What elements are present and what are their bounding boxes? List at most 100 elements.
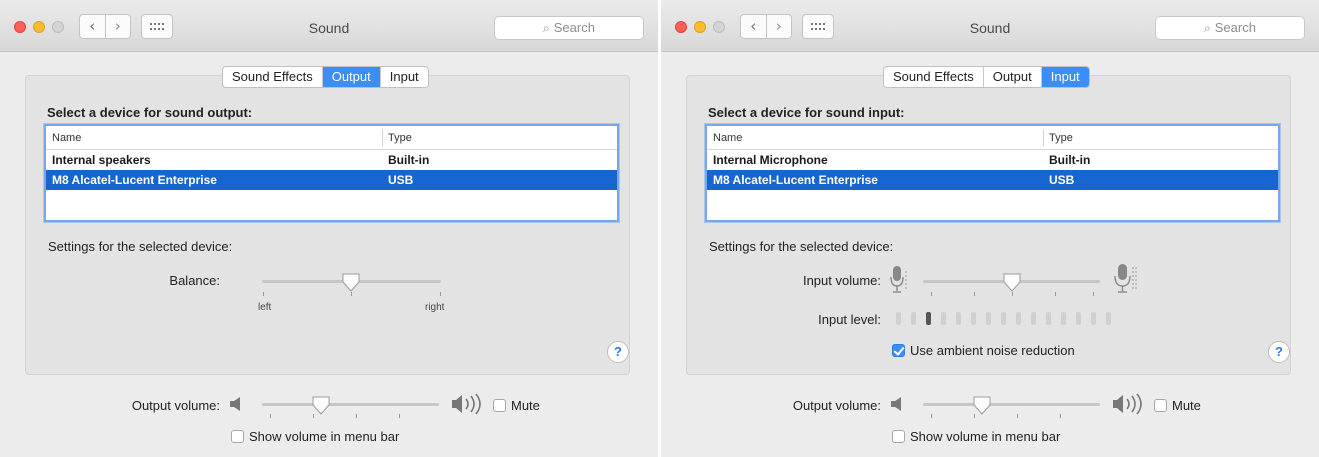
- device-name: Internal Microphone: [713, 153, 828, 167]
- output-volume-label: Output volume:: [131, 398, 220, 413]
- tab-bar: Sound Effects Output Input: [883, 66, 1090, 88]
- table-row[interactable]: Internal speakers Built-in: [46, 150, 617, 170]
- table-row-selected[interactable]: M8 Alcatel-Lucent Enterprise USB: [46, 170, 617, 190]
- input-level-label: Input level:: [818, 312, 881, 327]
- level-segment: [926, 312, 931, 325]
- speaker-low-icon: [891, 397, 901, 411]
- settings-label: Settings for the selected device:: [709, 239, 894, 254]
- mute-checkbox[interactable]: [493, 399, 506, 412]
- tab-output[interactable]: Output: [322, 67, 381, 87]
- settings-label: Settings for the selected device:: [48, 239, 233, 254]
- microphone-low-icon: [890, 266, 907, 293]
- show-volume-checkbox[interactable]: [231, 430, 244, 443]
- search-placeholder: Search: [553, 20, 595, 35]
- volume-tick: [931, 292, 932, 296]
- device-table: Name Type Internal Microphone Built-in M…: [705, 124, 1280, 222]
- output-volume-track[interactable]: [923, 403, 1100, 406]
- settings-panel: [25, 75, 630, 375]
- volume-tick: [974, 292, 975, 296]
- help-icon[interactable]: ?: [1268, 341, 1290, 363]
- level-segment: [896, 312, 901, 325]
- device-type: Built-in: [388, 153, 430, 167]
- speaker-high-icon: [1113, 393, 1142, 415]
- column-header-type[interactable]: Type: [1049, 132, 1073, 144]
- table-row-selected[interactable]: M8 Alcatel-Lucent Enterprise USB: [707, 170, 1278, 190]
- search-field[interactable]: ⌕ Search: [494, 16, 644, 40]
- level-segment: [911, 312, 916, 325]
- volume-tick: [1017, 414, 1018, 418]
- input-level-meter: [896, 312, 1121, 325]
- volume-tick: [356, 414, 357, 418]
- volume-tick: [1060, 414, 1061, 418]
- balance-tick: [263, 292, 264, 296]
- tab-bar: Sound Effects Output Input: [222, 66, 429, 88]
- level-segment: [986, 312, 991, 325]
- column-separator: [382, 129, 383, 146]
- balance-left-label: left: [258, 302, 272, 313]
- device-name: Internal speakers: [52, 153, 151, 167]
- level-segment: [1091, 312, 1096, 325]
- device-type: USB: [388, 173, 414, 187]
- show-volume-checkbox[interactable]: [892, 430, 905, 443]
- device-type: Built-in: [1049, 153, 1091, 167]
- level-segment: [1016, 312, 1021, 325]
- device-table: Name Type Internal speakers Built-in M8 …: [44, 124, 619, 222]
- table-header: Name Type: [46, 126, 617, 150]
- volume-tick: [931, 414, 932, 418]
- help-icon[interactable]: ?: [607, 341, 629, 363]
- column-header-name[interactable]: Name: [52, 132, 81, 144]
- level-segment: [971, 312, 976, 325]
- level-segment: [1046, 312, 1051, 325]
- title-bar: ‹ › Sound ⌕ Search: [0, 0, 658, 52]
- output-volume-track[interactable]: [262, 403, 439, 406]
- input-volume-label: Input volume:: [802, 273, 881, 288]
- tab-sound-effects[interactable]: Sound Effects: [884, 67, 984, 87]
- volume-tick: [1055, 292, 1056, 296]
- level-segment: [1106, 312, 1111, 325]
- device-list-heading: Select a device for sound input:: [708, 105, 905, 120]
- ambient-noise-checkbox[interactable]: [892, 344, 905, 357]
- level-segment: [1031, 312, 1036, 325]
- device-name: M8 Alcatel-Lucent Enterprise: [713, 173, 878, 187]
- balance-label: Balance:: [169, 273, 220, 288]
- column-header-type[interactable]: Type: [388, 132, 412, 144]
- search-field[interactable]: ⌕ Search: [1155, 16, 1305, 40]
- column-separator: [1043, 129, 1044, 146]
- level-segment: [941, 312, 946, 325]
- mute-label: Mute: [1172, 398, 1201, 413]
- level-segment: [1061, 312, 1066, 325]
- speaker-high-icon: [452, 393, 481, 415]
- device-name: M8 Alcatel-Lucent Enterprise: [52, 173, 217, 187]
- sound-window-output: ‹ › Sound ⌕ Search Sound Effects Output I…: [0, 0, 658, 457]
- show-volume-label: Show volume in menu bar: [910, 429, 1061, 444]
- tab-input[interactable]: Input: [381, 67, 428, 87]
- column-header-name[interactable]: Name: [713, 132, 742, 144]
- volume-tick: [1093, 292, 1094, 296]
- volume-tick: [270, 414, 271, 418]
- title-bar: ‹ › Sound ⌕ Search: [661, 0, 1319, 52]
- mute-checkbox[interactable]: [1154, 399, 1167, 412]
- ambient-noise-label: Use ambient noise reduction: [910, 343, 1075, 358]
- tab-input[interactable]: Input: [1041, 67, 1089, 87]
- output-volume-label: Output volume:: [792, 398, 881, 413]
- balance-right-label: right: [425, 302, 445, 313]
- device-type: USB: [1049, 173, 1075, 187]
- microphone-high-icon: [1114, 264, 1137, 293]
- search-icon: ⌕: [543, 21, 550, 35]
- show-volume-label: Show volume in menu bar: [249, 429, 400, 444]
- volume-tick: [399, 414, 400, 418]
- search-placeholder: Search: [1214, 20, 1256, 35]
- table-header: Name Type: [707, 126, 1278, 150]
- speaker-low-icon: [230, 397, 240, 411]
- balance-tick: [440, 292, 441, 296]
- settings-panel: [686, 75, 1291, 375]
- table-row[interactable]: Internal Microphone Built-in: [707, 150, 1278, 170]
- device-list-heading: Select a device for sound output:: [47, 105, 253, 120]
- sound-window-input: ‹ › Sound ⌕ Search Sound Effects Output I…: [661, 0, 1319, 457]
- level-segment: [1076, 312, 1081, 325]
- search-icon: ⌕: [1204, 21, 1211, 35]
- level-segment: [1001, 312, 1006, 325]
- tab-output[interactable]: Output: [984, 67, 1042, 87]
- tab-sound-effects[interactable]: Sound Effects: [223, 67, 323, 87]
- mute-label: Mute: [511, 398, 540, 413]
